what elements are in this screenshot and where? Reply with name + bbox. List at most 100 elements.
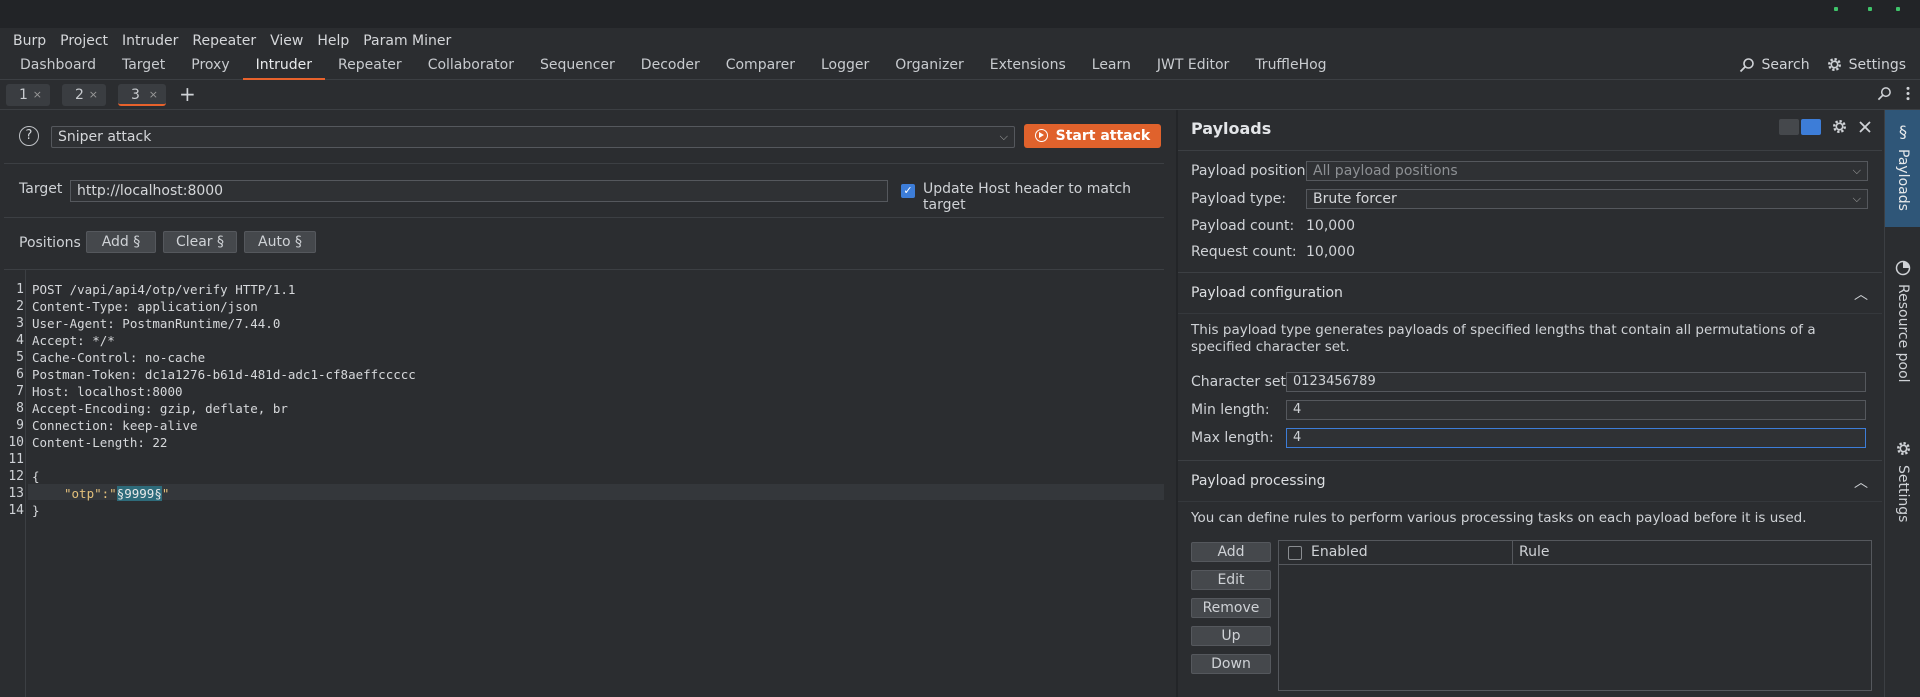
current-line-highlight — [28, 484, 1164, 500]
start-attack-button[interactable]: Start attack — [1024, 124, 1161, 148]
intruder-tab-label: 1 — [19, 87, 28, 103]
request-editor[interactable]: 1 2 3 4 5 6 7 8 9 10 11 12 13 14 POST /v… — [4, 270, 1164, 697]
table-header: Enabled Rule — [1279, 541, 1871, 565]
tab-learn[interactable]: Learn — [1079, 52, 1144, 80]
payload-position-value: All payload positions — [1313, 163, 1458, 179]
status-dot-icon — [1896, 7, 1900, 11]
edit-rule-button[interactable]: Edit — [1191, 570, 1271, 590]
intruder-tab-2[interactable]: 2 × — [62, 84, 106, 106]
max-length-field[interactable]: 4 — [1286, 428, 1866, 448]
min-length-field[interactable]: 4 — [1286, 400, 1866, 420]
payload-configuration-title[interactable]: Payload configuration — [1191, 285, 1343, 301]
payload-type-select[interactable]: Brute forcer ⌵ — [1306, 189, 1868, 209]
settings-button[interactable]: Settings — [1826, 56, 1906, 73]
divider — [1178, 460, 1882, 461]
auto-markers-button[interactable]: Auto § — [244, 231, 316, 253]
max-length-label: Max length: — [1191, 430, 1274, 446]
main-tabs: Dashboard Target Proxy Intruder Repeater… — [7, 52, 1340, 80]
clear-markers-button[interactable]: Clear § — [163, 231, 237, 253]
payload-processing-title[interactable]: Payload processing — [1191, 473, 1326, 489]
tab-repeater[interactable]: Repeater — [325, 52, 415, 80]
gear-icon — [1896, 442, 1910, 455]
tab-decoder[interactable]: Decoder — [628, 52, 713, 80]
search-button[interactable]: Search — [1739, 57, 1810, 73]
menu-burp[interactable]: Burp — [6, 30, 53, 52]
chevron-up-icon[interactable]: ︿ — [1854, 472, 1868, 492]
close-icon[interactable]: × — [149, 84, 158, 106]
close-icon[interactable]: × — [89, 84, 98, 106]
request-line: User-Agent: PostmanRuntime/7.44.0 — [32, 316, 281, 331]
menu-param-miner[interactable]: Param Miner — [356, 30, 458, 52]
column-divider[interactable] — [1512, 541, 1513, 565]
intruder-tab-3[interactable]: 3 × — [118, 84, 166, 106]
sidebar-item-settings[interactable]: Settings — [1885, 440, 1920, 522]
move-up-button[interactable]: Up — [1191, 626, 1271, 646]
request-line: Cache-Control: no-cache — [32, 350, 206, 365]
tab-organizer[interactable]: Organizer — [882, 52, 976, 80]
attack-row: ? Sniper attack ⌵ Start attack — [4, 114, 1164, 164]
start-attack-label: Start attack — [1055, 128, 1151, 144]
search-icon[interactable] — [1877, 86, 1892, 101]
request-line: POST /vapi/api4/otp/verify HTTP/1.1 — [32, 282, 296, 297]
menu-help[interactable]: Help — [310, 30, 356, 52]
tab-sequencer[interactable]: Sequencer — [527, 52, 628, 80]
tab-logger[interactable]: Logger — [808, 52, 882, 80]
character-set-label: Character set: — [1191, 374, 1291, 390]
tab-trufflehog[interactable]: TruffleHog — [1242, 52, 1339, 80]
clock-icon — [1895, 260, 1911, 276]
tab-extensions[interactable]: Extensions — [977, 52, 1079, 80]
payloads-icon: § — [1899, 122, 1907, 141]
column-enabled[interactable]: Enabled — [1311, 544, 1368, 560]
status-dot-icon — [1834, 7, 1838, 11]
payload-position-marker[interactable]: §9999§ — [116, 486, 162, 501]
request-line: Postman-Token: dc1a1276-b61d-481d-adc1-c… — [32, 367, 416, 382]
tab-target[interactable]: Target — [109, 52, 178, 80]
tab-intruder[interactable]: Intruder — [242, 52, 326, 80]
remove-rule-button[interactable]: Remove — [1191, 598, 1271, 618]
menu-project[interactable]: Project — [53, 30, 115, 52]
select-all-checkbox[interactable] — [1288, 546, 1302, 560]
layout-horizontal-icon[interactable] — [1779, 118, 1799, 135]
tab-jwt-editor[interactable]: JWT Editor — [1144, 52, 1242, 80]
request-line: Content-Length: 22 — [32, 435, 168, 450]
sidebar-item-resource-pool[interactable]: Resource pool — [1885, 260, 1920, 383]
attack-type-select[interactable]: Sniper attack ⌵ — [51, 126, 1015, 148]
line-number: 6 — [16, 367, 24, 382]
help-icon[interactable]: ? — [19, 126, 39, 146]
target-label: Target — [19, 181, 63, 197]
tab-proxy[interactable]: Proxy — [178, 52, 242, 80]
processing-rules-table[interactable]: Enabled Rule — [1278, 540, 1872, 691]
tab-collaborator[interactable]: Collaborator — [415, 52, 527, 80]
status-dot-icon — [1868, 7, 1872, 11]
close-icon[interactable] — [1858, 120, 1872, 134]
tab-comparer[interactable]: Comparer — [713, 52, 808, 80]
intruder-tab-1[interactable]: 1 × — [6, 84, 50, 106]
chevron-up-icon[interactable]: ︿ — [1854, 284, 1868, 304]
payloads-title: Payloads — [1191, 119, 1272, 138]
update-host-checkbox[interactable]: ✓ — [901, 184, 915, 198]
tab-dashboard[interactable]: Dashboard — [7, 52, 109, 80]
payloads-header-icons — [1779, 118, 1872, 135]
move-down-button[interactable]: Down — [1191, 654, 1271, 674]
line-number: 10 — [8, 435, 24, 450]
menu-intruder[interactable]: Intruder — [115, 30, 185, 52]
target-field[interactable]: http://localhost:8000 — [70, 180, 888, 202]
menu-repeater[interactable]: Repeater — [185, 30, 263, 52]
payload-position-select[interactable]: All payload positions ⌵ — [1306, 161, 1868, 181]
sidebar-item-payloads[interactable]: § Payloads — [1885, 122, 1920, 211]
add-marker-button[interactable]: Add § — [86, 231, 156, 253]
add-rule-button[interactable]: Add — [1191, 542, 1271, 562]
line-number: 4 — [16, 333, 24, 348]
close-icon[interactable]: × — [33, 84, 42, 106]
layout-vertical-icon[interactable] — [1801, 118, 1821, 135]
gear-icon[interactable] — [1831, 118, 1848, 135]
more-options-icon[interactable] — [1906, 86, 1910, 101]
intruder-tabs: 1 × 2 × 3 × + — [0, 80, 1920, 110]
inspector-sidebar: § Payloads Resource pool Settings — [1884, 110, 1920, 697]
request-count-value: 10,000 — [1306, 244, 1355, 260]
column-rule[interactable]: Rule — [1519, 544, 1549, 560]
add-tab-button[interactable]: + — [179, 82, 196, 106]
request-panel: ? Sniper attack ⌵ Start attack Target ht… — [4, 114, 1164, 697]
character-set-field[interactable]: 0123456789 — [1286, 372, 1866, 392]
menu-view[interactable]: View — [263, 30, 310, 52]
